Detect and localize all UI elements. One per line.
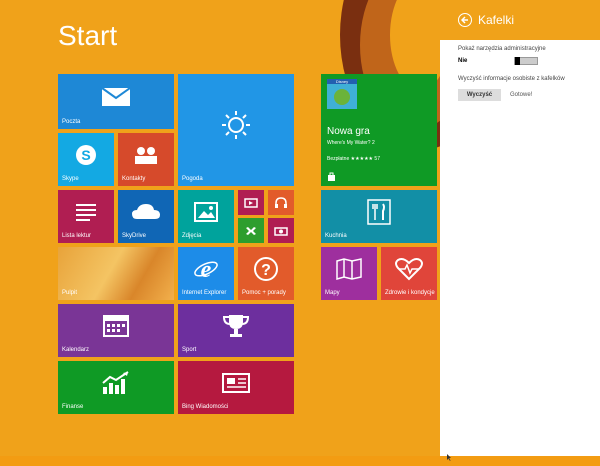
- heart-icon: [381, 247, 437, 290]
- calendar-icon: [58, 304, 174, 347]
- tile-lista-lektur[interactable]: Lista lektur: [58, 190, 114, 243]
- map-icon: [321, 247, 377, 290]
- tile-pogoda[interactable]: Pogoda: [178, 74, 294, 186]
- cloud-icon: [118, 190, 174, 233]
- news-icon: [178, 361, 294, 404]
- game-character-icon: [334, 89, 350, 105]
- people-icon: [118, 133, 174, 176]
- tile-kontakty[interactable]: Kontakty: [118, 133, 174, 186]
- admin-tools-label: Pokaż narzędzia administracyjne: [458, 46, 546, 52]
- tile-label: Pomoc + porady: [242, 290, 286, 296]
- gamepad-icon: [238, 218, 264, 243]
- tile-label: Poczta: [62, 119, 81, 125]
- tile-label: SkyDrive: [122, 233, 147, 239]
- store-icon: [327, 172, 336, 181]
- panel-title: Kafelki: [478, 13, 515, 27]
- tile-zdjecia[interactable]: Zdjęcia: [178, 190, 234, 243]
- tile-music[interactable]: [268, 190, 294, 215]
- toggle-knob: [515, 57, 520, 65]
- tile-kalendarz[interactable]: Kalendarz: [58, 304, 174, 357]
- mail-icon: [58, 74, 174, 119]
- fork-knife-icon: [321, 190, 437, 233]
- tile-label: Internet Explorer: [182, 290, 227, 296]
- game-thumbnail: Disney: [327, 79, 357, 109]
- tile-label: Zdrowie i kondycje: [385, 290, 435, 296]
- photo-icon: [178, 190, 234, 233]
- mouse-cursor-icon: [447, 448, 451, 461]
- chart-icon: [58, 361, 174, 404]
- camera-icon: [268, 218, 294, 243]
- tile-poczta[interactable]: Poczta: [58, 74, 174, 129]
- sun-icon: [178, 74, 294, 176]
- tile-label: Pogoda: [182, 176, 203, 182]
- tile-sport[interactable]: Sport: [178, 304, 294, 357]
- tile-skydrive[interactable]: SkyDrive: [118, 190, 174, 243]
- tile-label: Mapy: [325, 290, 340, 296]
- tile-kuchnia[interactable]: Kuchnia: [321, 190, 437, 243]
- svg-text:S: S: [81, 147, 90, 163]
- tile-zdrowie[interactable]: Zdrowie i kondycje: [381, 247, 437, 300]
- tile-mapy[interactable]: Mapy: [321, 247, 377, 300]
- tile-label: Kalendarz: [62, 347, 90, 353]
- back-button[interactable]: [458, 13, 472, 27]
- tile-label: Zdjęcia: [182, 233, 202, 239]
- internet-explorer-icon: e: [178, 247, 234, 290]
- tile-games[interactable]: [238, 218, 264, 243]
- headphones-icon: [268, 190, 294, 215]
- admin-tools-toggle[interactable]: [514, 57, 538, 65]
- tile-label: Kuchnia: [325, 233, 347, 239]
- tile-internet-explorer[interactable]: e Internet Explorer: [178, 247, 234, 300]
- tile-label: Sport: [182, 347, 197, 353]
- back-arrow-icon: [461, 16, 468, 24]
- clear-info-label: Wyczyść informacje osobiste z kafelków: [458, 76, 565, 82]
- tile-video[interactable]: [238, 190, 264, 215]
- disney-badge: Disney: [327, 79, 357, 84]
- tile-label: Kontakty: [122, 176, 146, 182]
- settings-panel: Kafelki Pokaż narzędzia administracyjne …: [440, 0, 600, 456]
- tile-pomoc[interactable]: ? Pomoc + porady: [238, 247, 294, 300]
- store-price-rating: Bezpłatne ★★★★★ 57: [327, 156, 380, 162]
- tile-pulpit[interactable]: Pulpit: [58, 247, 174, 300]
- svg-text:?: ?: [261, 262, 271, 279]
- tile-label: Lista lektur: [62, 233, 92, 239]
- tile-label: Bing Wiadomości: [182, 404, 229, 410]
- clear-button[interactable]: Wyczyść: [458, 89, 501, 101]
- store-heading: Nowa gra: [327, 126, 370, 137]
- tile-bing-wiadomosci[interactable]: Bing Wiadomości: [178, 361, 294, 414]
- tile-store-nowa-gra[interactable]: Disney Nowa gra Where's My Water? 2 Bezp…: [321, 74, 437, 186]
- start-screen: Start Poczta Pogoda S Skype Kontakty Lis: [0, 0, 440, 456]
- skype-icon: S: [58, 133, 114, 176]
- help-icon: ?: [238, 247, 294, 290]
- reading-list-icon: [58, 190, 114, 233]
- tile-camera[interactable]: [268, 218, 294, 243]
- panel-header: Kafelki: [440, 0, 600, 40]
- video-icon: [238, 190, 264, 215]
- start-title: Start: [58, 20, 118, 51]
- tile-skype[interactable]: S Skype: [58, 133, 114, 186]
- tile-label: Skype: [62, 176, 79, 182]
- svg-text:e: e: [201, 257, 212, 282]
- admin-tools-value: Nie: [458, 58, 468, 64]
- trophy-icon: [178, 304, 294, 347]
- tile-label: Pulpit: [62, 290, 78, 296]
- tile-label: Finanse: [62, 404, 84, 410]
- done-status: Gotowe!: [510, 92, 533, 98]
- tile-finanse[interactable]: Finanse: [58, 361, 174, 414]
- store-game-name: Where's My Water? 2: [327, 140, 375, 146]
